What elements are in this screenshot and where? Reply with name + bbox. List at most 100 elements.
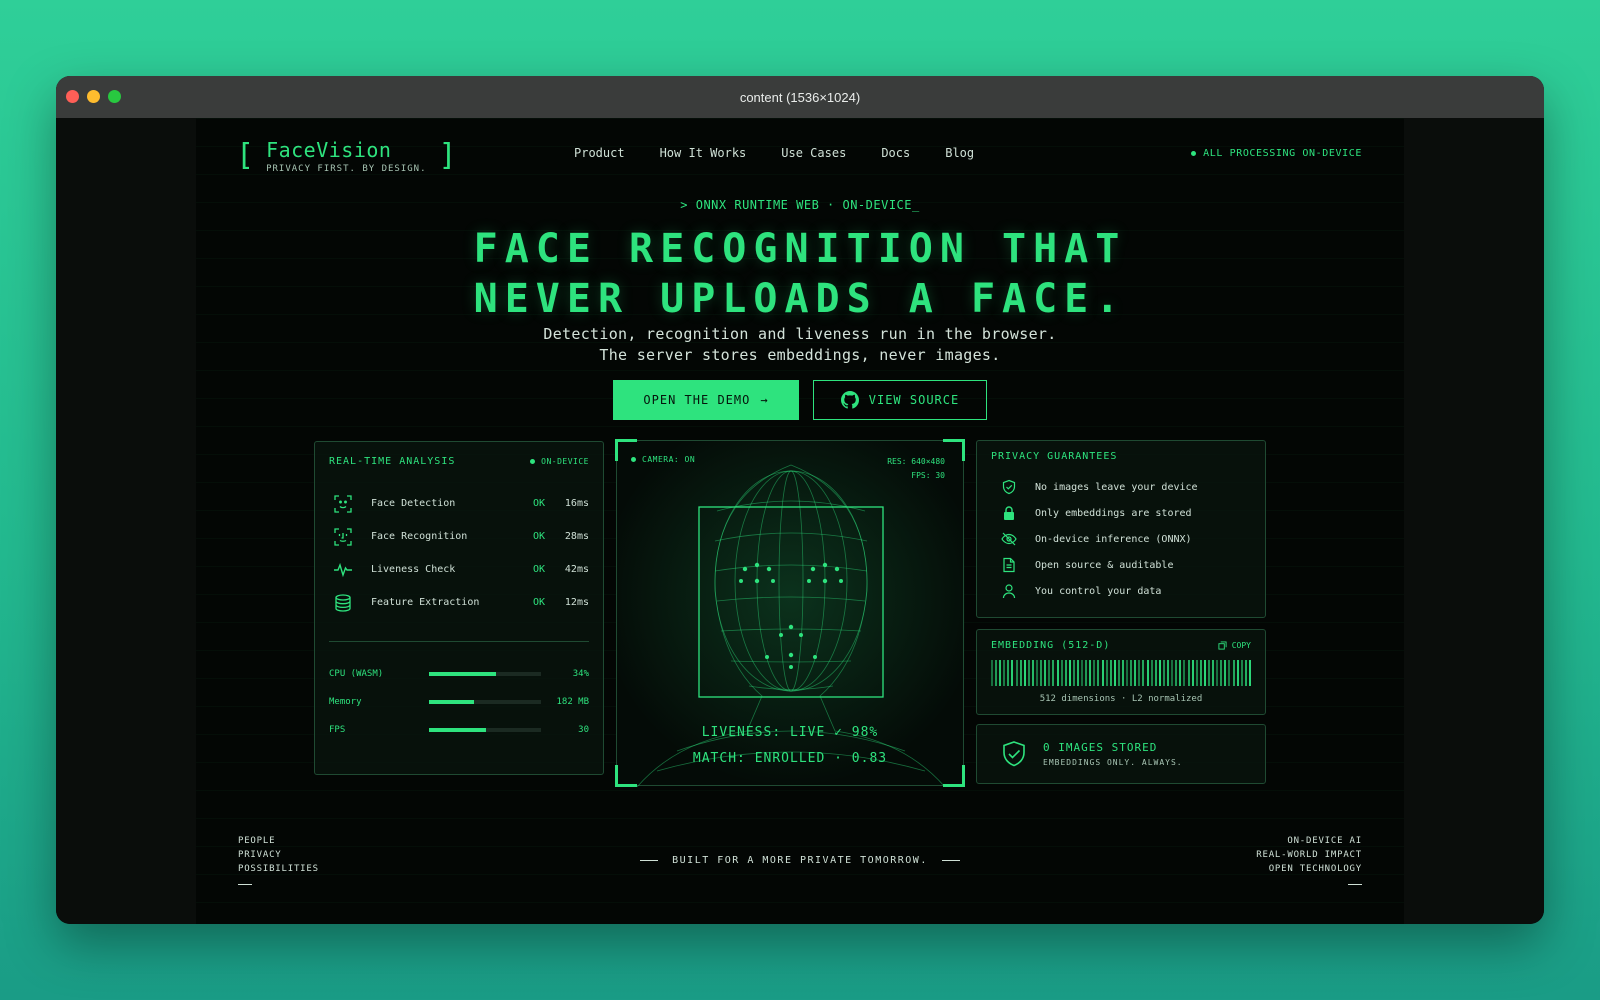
nav-use-cases[interactable]: Use Cases: [781, 146, 846, 160]
hero-subtitle: Detection, recognition and liveness run …: [196, 324, 1404, 366]
embedding-bar: [1019, 660, 1022, 686]
task-status: OK: [533, 597, 546, 608]
nav-product[interactable]: Product: [574, 146, 625, 160]
nav-how-it-works[interactable]: How It Works: [660, 146, 747, 160]
camera-info: RES: 640×480 FPS: 30: [887, 455, 945, 483]
privacy-guarantees-panel: PRIVACY GUARANTEES No images leave your …: [976, 440, 1266, 618]
list-item: You control your data: [991, 578, 1251, 604]
embedding-bar: [1240, 660, 1243, 686]
main-nav: Product How It Works Use Cases Docs Blog: [574, 146, 974, 160]
privacy-item-label: On-device inference (ONNX): [1035, 533, 1192, 545]
metric-value: 182 MB: [556, 697, 589, 707]
logo-name: FaceVision: [266, 138, 392, 162]
metric-bar-fill: [429, 672, 497, 676]
camera-status-label: CAMERA: ON: [642, 455, 696, 464]
privacy-title: PRIVACY GUARANTEES: [991, 451, 1118, 462]
footer-line: [640, 860, 659, 861]
embedding-panel: EMBEDDING (512-D) COPY 512 dimensions · …: [976, 629, 1266, 715]
maximize-window-button[interactable]: [108, 90, 121, 103]
metric-value: 34%: [572, 669, 589, 679]
logo-bracket-right: ]: [438, 138, 457, 173]
frame-corner: [943, 765, 965, 787]
metric-value: 30: [578, 725, 589, 735]
embedding-note: 512 dimensions · L2 normalized: [1039, 694, 1203, 704]
copy-icon: [1218, 641, 1227, 650]
embedding-bar: [1212, 660, 1215, 686]
analysis-title: REAL-TIME ANALYSIS: [329, 456, 456, 467]
embedding-bar: [1207, 660, 1210, 686]
window-title: content (1536×1024): [739, 89, 861, 105]
open-demo-label: OPEN THE DEMO: [643, 393, 751, 407]
task-status: OK: [533, 564, 546, 575]
copy-button[interactable]: COPY: [1218, 641, 1251, 650]
view-source-button[interactable]: VIEW SOURCE: [813, 380, 987, 420]
embedding-bar: [1040, 660, 1043, 686]
embedding-bar: [1216, 660, 1219, 686]
document-icon: [1003, 557, 1015, 573]
hero-headline: FACE RECOGNITION THAT NEVER UPLOADS A FA…: [196, 224, 1404, 324]
embedding-bar: [1117, 660, 1120, 686]
embedding-bar: [1122, 660, 1124, 686]
minimize-window-button[interactable]: [87, 90, 100, 103]
task-face-recognition: Face Recognition OK 28ms: [329, 520, 589, 553]
list-item: On-device inference (ONNX): [991, 526, 1251, 552]
logo[interactable]: [ FaceVision PRIVACY FIRST. BY DESIGN. ]: [236, 138, 457, 174]
privacy-item-label: Only embeddings are stored: [1035, 507, 1192, 519]
on-device-badge-label: ON-DEVICE: [541, 457, 589, 466]
analysis-task-list: Face Detection OK 16ms Face Recognition …: [329, 487, 589, 619]
task-face-detection: Face Detection OK 16ms: [329, 487, 589, 520]
task-liveness-check: Liveness Check OK 42ms: [329, 553, 589, 586]
nav-docs[interactable]: Docs: [881, 146, 910, 160]
panel-divider: [329, 641, 589, 642]
embedding-bar: [1011, 660, 1014, 686]
subtitle-line-2: The server stores embeddings, never imag…: [599, 346, 1001, 364]
camera-preview-panel: CAMERA: ON RES: 640×480 FPS: 30 LIVENESS…: [615, 439, 965, 787]
embedding-bar: [1154, 660, 1157, 686]
task-latency: 42ms: [564, 564, 589, 575]
embedding-bar: [1134, 660, 1137, 686]
frame-corner: [943, 439, 965, 461]
images-stored-title: 0 IMAGES STORED: [1043, 741, 1158, 754]
processing-status: ALL PROCESSING ON-DEVICE: [1191, 148, 1362, 159]
footer-right-line: ON-DEVICE AI: [1287, 836, 1362, 846]
embedding-bar: [1044, 660, 1047, 686]
task-label: Face Recognition: [371, 531, 468, 542]
badge-dot-icon: [530, 459, 536, 464]
embedding-bar: [1171, 660, 1174, 686]
embedding-bar: [1187, 660, 1190, 686]
embedding-bar: [1048, 660, 1051, 686]
task-status: OK: [533, 531, 546, 542]
camera-status: CAMERA: ON: [631, 455, 695, 464]
metric-memory: Memory 182 MB: [329, 688, 589, 716]
liveness-readout: LIVENESS: LIVE ✓ 98%: [701, 725, 879, 740]
on-device-badge: ON-DEVICE: [530, 457, 589, 466]
title-bar: content (1536×1024): [56, 76, 1544, 118]
open-demo-button[interactable]: OPEN THE DEMO →: [613, 380, 799, 420]
footer-right: ON-DEVICE AI REAL-WORLD IMPACT OPEN TECH…: [1256, 834, 1362, 890]
embedding-bar: [1003, 660, 1006, 686]
nav-blog[interactable]: Blog: [945, 146, 974, 160]
footer-tagline-label: BUILT FOR A MORE PRIVATE TOMORROW.: [672, 855, 928, 866]
embedding-bar: [1007, 660, 1010, 686]
embedding-bar: [1236, 660, 1239, 686]
left-gutter: [56, 118, 196, 924]
embedding-title: EMBEDDING (512-D): [991, 640, 1111, 651]
camera-dot-icon: [631, 457, 636, 462]
close-window-button[interactable]: [66, 90, 79, 103]
footer-dash: [238, 884, 252, 885]
metric-bar-fill: [429, 728, 487, 732]
embedding-bar: [1175, 660, 1178, 686]
embedding-bar: [1138, 660, 1141, 686]
privacy-item-label: No images leave your device: [1035, 481, 1198, 493]
embedding-bar: [1031, 660, 1034, 686]
headline-line-1: FACE RECOGNITION THAT: [473, 226, 1127, 272]
embedding-bar: [1060, 660, 1063, 686]
face-scan-icon: [334, 494, 352, 513]
privacy-list: No images leave your device Only embeddi…: [991, 474, 1251, 604]
copy-label: COPY: [1231, 641, 1251, 650]
landing-page: [ FaceVision PRIVACY FIRST. BY DESIGN. ]…: [196, 118, 1404, 924]
metric-bar-fill: [429, 700, 474, 704]
embedding-bar: [1056, 660, 1059, 686]
hero-actions: OPEN THE DEMO → VIEW SOURCE: [196, 380, 1404, 420]
task-label: Feature Extraction: [371, 597, 480, 608]
